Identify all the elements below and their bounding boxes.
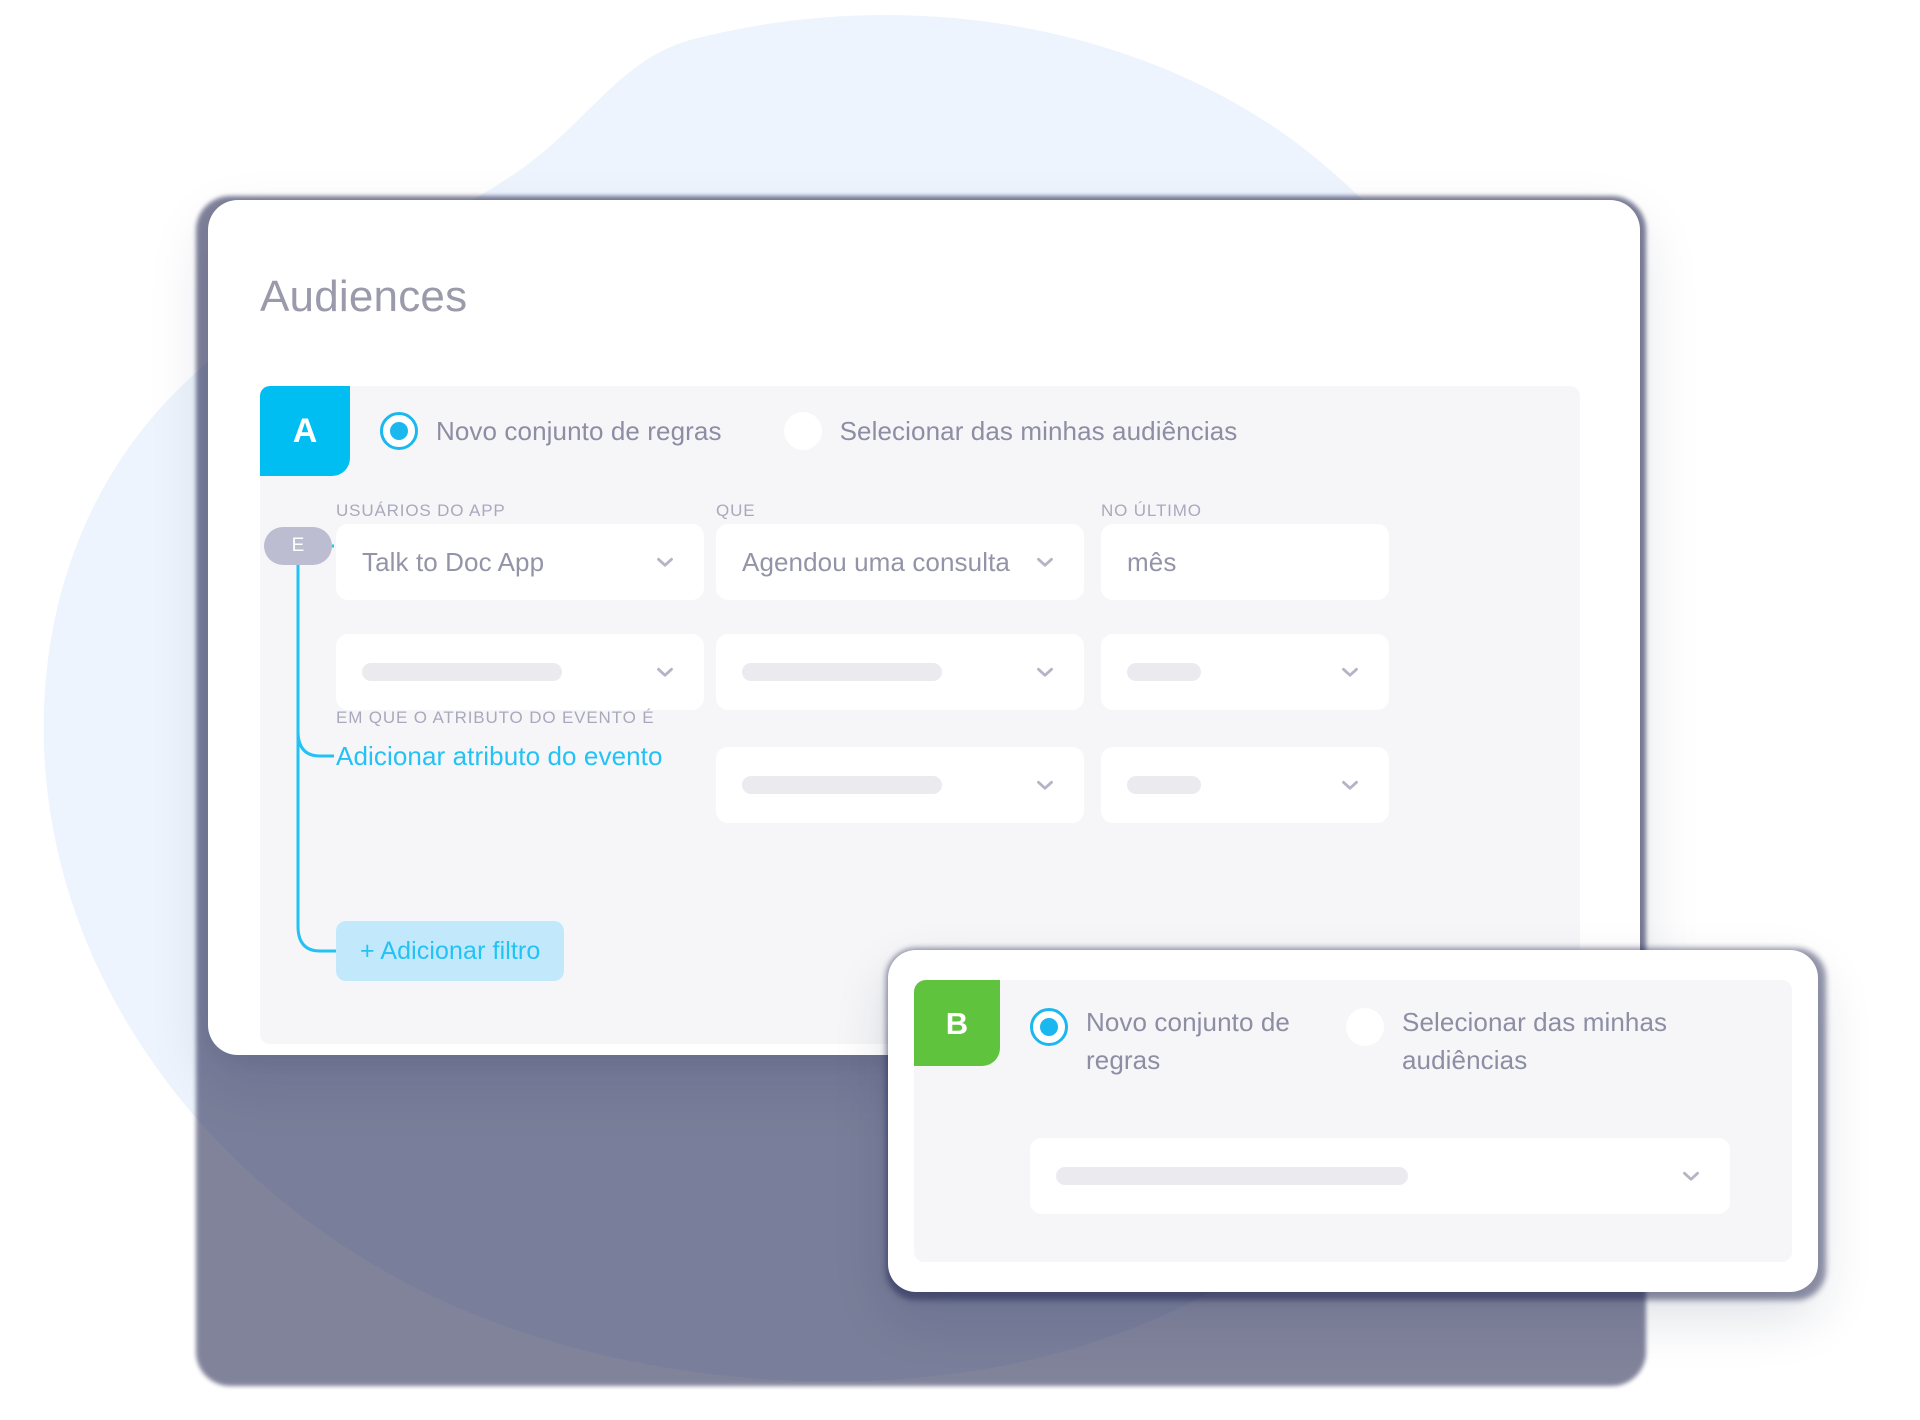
radio-selected-icon[interactable] — [380, 412, 418, 450]
field-label-event-attribute: EM QUE O ATRIBUTO DO EVENTO É — [336, 708, 655, 727]
group-badge-a: A — [260, 386, 350, 476]
chevron-down-icon — [657, 667, 673, 677]
placeholder-bar — [1127, 663, 1201, 681]
rule-group-b-panel: B Novo conjunto de regras Selecionar das… — [914, 980, 1792, 1262]
select-app-users-2[interactable] — [336, 634, 704, 710]
field-label-app-users: USUÁRIOS DO APP — [336, 501, 506, 520]
chevron-down-icon — [1683, 1171, 1699, 1181]
select-period[interactable]: mês — [1101, 524, 1389, 600]
condition-connector-badge-e[interactable]: E — [264, 527, 332, 565]
radio-option-select-audience-a[interactable]: Selecionar das minhas audiências — [783, 412, 1238, 450]
placeholder-bar — [742, 776, 942, 794]
field-label-que: QUE — [716, 501, 756, 520]
chevron-down-icon — [1342, 780, 1358, 790]
chevron-down-icon — [1037, 667, 1053, 677]
select-app-users[interactable]: Talk to Doc App — [336, 524, 704, 600]
radio-label-new-ruleset-b: Novo conjunto de regras — [1086, 1007, 1290, 1075]
group-b-radio-row: Novo conjunto de regras Selecionar das m… — [1030, 1004, 1692, 1079]
chevron-down-icon — [1342, 667, 1358, 677]
chevron-down-icon — [1037, 780, 1053, 790]
select-audience-b[interactable] — [1030, 1138, 1730, 1214]
chevron-down-icon — [657, 557, 673, 567]
placeholder-bar — [1127, 776, 1201, 794]
radio-option-new-ruleset-a[interactable]: Novo conjunto de regras — [380, 412, 722, 450]
rule-group-a-panel: A Novo conjunto de regras Selecionar das… — [260, 386, 1580, 1044]
placeholder-bar — [1056, 1167, 1408, 1185]
select-period-value: mês — [1127, 546, 1177, 577]
placeholder-bar — [362, 663, 562, 681]
select-event-2[interactable] — [716, 634, 1084, 710]
screenshot-root: Audiences A Novo conjunto de regras Sele… — [0, 0, 1920, 1420]
select-period-2[interactable] — [1101, 634, 1389, 710]
select-event[interactable]: Agendou uma consulta — [716, 524, 1084, 600]
add-event-attribute-link[interactable]: Adicionar atributo do evento — [336, 741, 663, 772]
group-badge-b: B — [914, 980, 1000, 1066]
chevron-down-icon — [1037, 557, 1053, 567]
radio-label-select-audience-b: Selecionar das minhas audiências — [1402, 1007, 1668, 1075]
radio-unselected-icon[interactable] — [1346, 1008, 1384, 1046]
select-event-value: Agendou uma consulta — [742, 546, 1010, 577]
audience-group-b-card: B Novo conjunto de regras Selecionar das… — [888, 950, 1818, 1292]
group-a-radio-row: Novo conjunto de regras Selecionar das m… — [380, 410, 1237, 452]
radio-label-select-audience-a: Selecionar das minhas audiências — [839, 415, 1238, 446]
radio-selected-icon[interactable] — [1030, 1008, 1068, 1046]
page-title: Audiences — [260, 272, 468, 321]
select-app-users-value: Talk to Doc App — [362, 546, 545, 577]
radio-unselected-icon[interactable] — [783, 412, 822, 450]
select-attribute-operator[interactable] — [716, 747, 1084, 823]
placeholder-bar — [742, 663, 942, 681]
radio-label-new-ruleset-a: Novo conjunto de regras — [436, 415, 722, 446]
field-label-no-ultimo: NO ÚLTIMO — [1101, 501, 1202, 520]
select-attribute-value[interactable] — [1101, 747, 1389, 823]
radio-option-new-ruleset-b[interactable]: Novo conjunto de regras — [1030, 1004, 1306, 1079]
radio-option-select-audience-b[interactable]: Selecionar das minhas audiências — [1346, 1004, 1692, 1079]
audiences-card: Audiences A Novo conjunto de regras Sele… — [208, 200, 1640, 1055]
add-filter-button[interactable]: + Adicionar filtro — [336, 921, 565, 981]
